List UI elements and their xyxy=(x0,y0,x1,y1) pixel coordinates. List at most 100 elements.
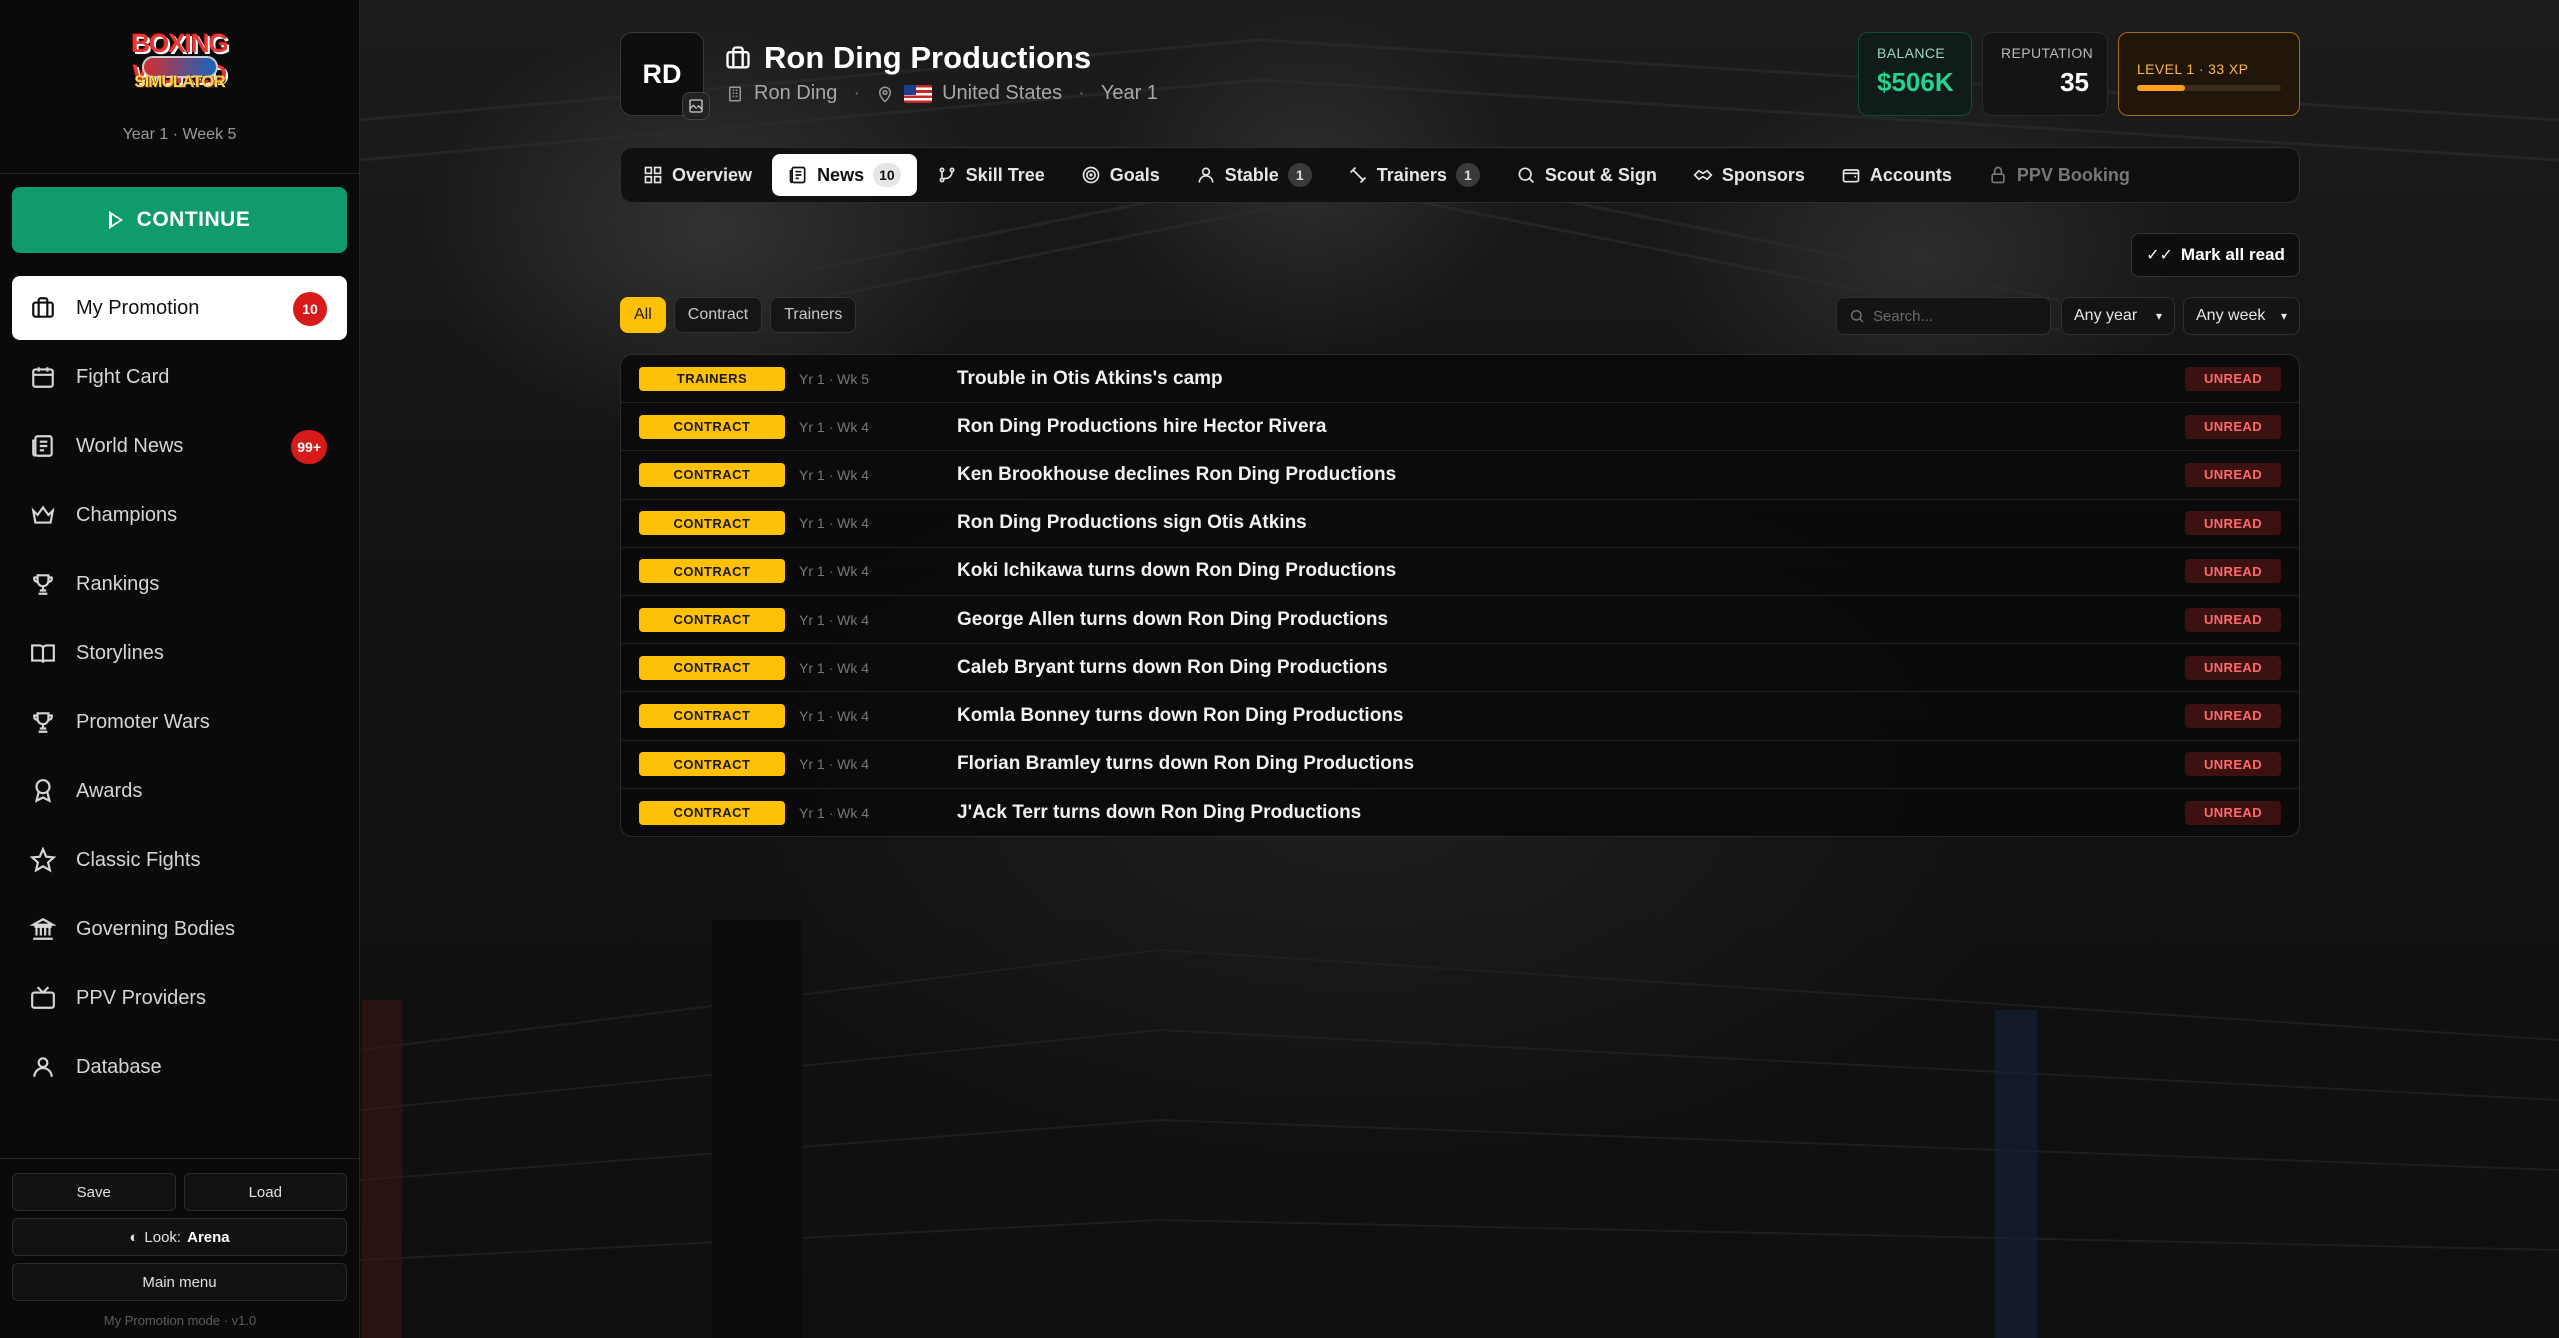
sidebar-item-governing-bodies[interactable]: Governing Bodies xyxy=(12,897,347,961)
year-select[interactable]: Any year ▾ xyxy=(2061,297,2175,335)
news-headline: Ron Ding Productions sign Otis Atkins xyxy=(957,512,1307,534)
unread-badge: UNREAD xyxy=(2185,800,2281,825)
logo-area: BOXING WORLD SIMULATOR Year 1 · Week 5 xyxy=(0,0,359,174)
main-menu-button[interactable]: Main menu xyxy=(12,1263,347,1301)
category-badge: CONTRACT xyxy=(639,607,785,632)
tab-goals[interactable]: Goals xyxy=(1065,154,1176,196)
filter-chip-trainers[interactable]: Trainers xyxy=(770,297,857,333)
sidebar-item-database[interactable]: Database xyxy=(12,1035,347,1099)
sidebar-item-classic-fights[interactable]: Classic Fights xyxy=(12,828,347,892)
owner-name: Ron Ding xyxy=(754,82,838,104)
look-selector[interactable]: ◐ Look: Arena xyxy=(12,1218,347,1256)
tab-count: 1 xyxy=(1455,163,1480,187)
us-flag-icon xyxy=(904,84,933,103)
news-row[interactable]: CONTRACT Yr 1 · Wk 4 J'Ack Terr turns down… xyxy=(621,789,2299,836)
unread-badge: UNREAD xyxy=(2185,511,2281,536)
news-date: Yr 1 · Wk 5 xyxy=(799,370,870,387)
sidebar-item-world-news[interactable]: World News 99+ xyxy=(12,414,347,478)
news-date: Yr 1 · Wk 4 xyxy=(799,515,870,532)
calendar-icon xyxy=(30,364,56,390)
tab-ppv-booking[interactable]: PPV Booking xyxy=(1972,154,2146,196)
tab-overview[interactable]: Overview xyxy=(627,154,768,196)
tab-scout-sign[interactable]: Scout & Sign xyxy=(1500,154,1673,196)
news-headline: Koki Ichikawa turns down Ron Ding Produc… xyxy=(957,560,1397,582)
sidebar-item-storylines[interactable]: Storylines xyxy=(12,621,347,685)
category-badge: CONTRACT xyxy=(639,703,785,728)
page-title: Ron Ding Productions xyxy=(764,40,1092,75)
user-icon xyxy=(1198,167,1214,183)
news-date: Yr 1 · Wk 4 xyxy=(799,611,870,628)
target-icon xyxy=(1082,166,1100,184)
reputation-stat: REPUTATION 35 xyxy=(1982,32,2108,116)
load-button[interactable]: Load xyxy=(183,1173,347,1211)
building-icon xyxy=(729,86,741,101)
tab-trainers[interactable]: Trainers 1 xyxy=(1332,154,1496,196)
news-row[interactable]: CONTRACT Yr 1 · Wk 4 Ken Brookhouse declin… xyxy=(621,451,2299,500)
tab-accounts[interactable]: Accounts xyxy=(1825,154,1968,196)
sidebar-item-fight-card[interactable]: Fight Card xyxy=(12,345,347,409)
news-row[interactable]: CONTRACT Yr 1 · Wk 4 Florian Bramley turns… xyxy=(621,741,2299,789)
news-row[interactable]: CONTRACT Yr 1 · Wk 4 George Allen turns do… xyxy=(621,596,2299,645)
news-row[interactable]: CONTRACT Yr 1 · Wk 4 Komla Bonney turns do… xyxy=(621,692,2299,741)
promotion-header: RD Ron Ding Productions Ron Ding · Unite… xyxy=(620,30,2300,120)
sidebar-item-rankings[interactable]: Rankings xyxy=(12,552,347,616)
sidebar-item-my-promotion[interactable]: My Promotion 10 xyxy=(12,276,347,340)
search-input[interactable] xyxy=(1873,307,2043,325)
sidebar-item-ppv-providers[interactable]: PPV Providers xyxy=(12,966,347,1030)
palette-icon: ◐ xyxy=(129,1228,139,1246)
star-icon xyxy=(30,847,56,873)
tab-skill-tree[interactable]: Skill Tree xyxy=(921,154,1061,196)
unread-badge: UNREAD xyxy=(2185,559,2281,584)
news-date: Yr 1 · Wk 4 xyxy=(799,804,870,821)
save-button[interactable]: Save xyxy=(12,1173,176,1211)
mark-all-read-button[interactable]: ✓✓ Mark all read xyxy=(2131,233,2300,277)
category-badge: CONTRACT xyxy=(639,462,785,487)
crown-icon xyxy=(30,502,56,528)
continue-button[interactable]: CONTINUE xyxy=(12,187,347,253)
search-icon xyxy=(1851,310,1864,323)
promotion-meta: Ron Ding · United States · Year 1 xyxy=(726,82,1158,105)
xp-progress-fill xyxy=(2137,85,2185,91)
filter-chip-all[interactable]: All xyxy=(620,297,666,333)
country: United States xyxy=(942,82,1063,104)
tab-sponsors[interactable]: Sponsors xyxy=(1677,154,1821,196)
category-filters: All Contract Trainers xyxy=(620,297,857,333)
unread-badge: UNREAD xyxy=(2185,703,2281,728)
edit-logo-button[interactable] xyxy=(682,92,710,120)
chevron-down-icon: ▾ xyxy=(2155,309,2162,323)
sidebar-item-promoter-wars[interactable]: Promoter Wars xyxy=(12,690,347,754)
unread-badge: UNREAD xyxy=(2185,752,2281,777)
news-row[interactable]: TRAINERS Yr 1 · Wk 5 Trouble in Otis Atkin… xyxy=(621,355,2299,404)
trophy-icon xyxy=(30,571,56,597)
news-date: Yr 1 · Wk 4 xyxy=(799,659,870,676)
game-logo: BOXING WORLD SIMULATOR xyxy=(131,28,229,91)
level-stat[interactable]: LEVEL 1 · 33 XP xyxy=(2118,32,2300,116)
tab-count: 1 xyxy=(1287,163,1312,187)
sidebar-item-awards[interactable]: Awards xyxy=(12,759,347,823)
week-select[interactable]: Any week ▾ xyxy=(2183,297,2300,335)
filter-chip-contract[interactable]: Contract xyxy=(673,297,763,333)
tab-news[interactable]: News 10 xyxy=(772,154,917,196)
git-branch-icon xyxy=(939,167,955,183)
newspaper-icon xyxy=(30,433,56,459)
news-row[interactable]: CONTRACT Yr 1 · Wk 4 Koki Ichikawa turns d… xyxy=(621,548,2299,596)
briefcase-icon xyxy=(30,295,56,321)
news-row[interactable]: CONTRACT Yr 1 · Wk 4 Ron Ding Productions … xyxy=(621,500,2299,548)
tab-stable[interactable]: Stable 1 xyxy=(1180,154,1328,196)
news-headline: George Allen turns down Ron Ding Product… xyxy=(957,608,1389,630)
mode-version: My Promotion mode · v1.0 xyxy=(103,1313,257,1328)
sidebar-item-champions[interactable]: Champions xyxy=(12,483,347,547)
news-row[interactable]: CONTRACT Yr 1 · Wk 4 Caleb Bryant turns do… xyxy=(621,644,2299,693)
chevron-down-icon: ▾ xyxy=(2280,309,2287,323)
level-label: LEVEL 1 · 33 XP xyxy=(2137,61,2249,77)
news-headline: J'Ack Terr turns down Ron Ding Productio… xyxy=(957,801,1362,823)
map-pin-icon xyxy=(879,86,892,102)
news-headline: Komla Bonney turns down Ron Ding Product… xyxy=(957,704,1404,726)
book-icon xyxy=(30,640,56,666)
users-icon xyxy=(30,1054,56,1080)
check-check-icon: ✓✓ xyxy=(2146,247,2173,264)
sidebar-nav: My Promotion 10 Fight Card World News 99… xyxy=(12,276,347,1104)
dumbbell-icon xyxy=(1349,166,1366,184)
news-row[interactable]: CONTRACT Yr 1 · Wk 4 Ron Ding Productions … xyxy=(621,403,2299,452)
promotion-tabs: Overview News 10 Skill Tree Goals Stable… xyxy=(620,147,2300,203)
